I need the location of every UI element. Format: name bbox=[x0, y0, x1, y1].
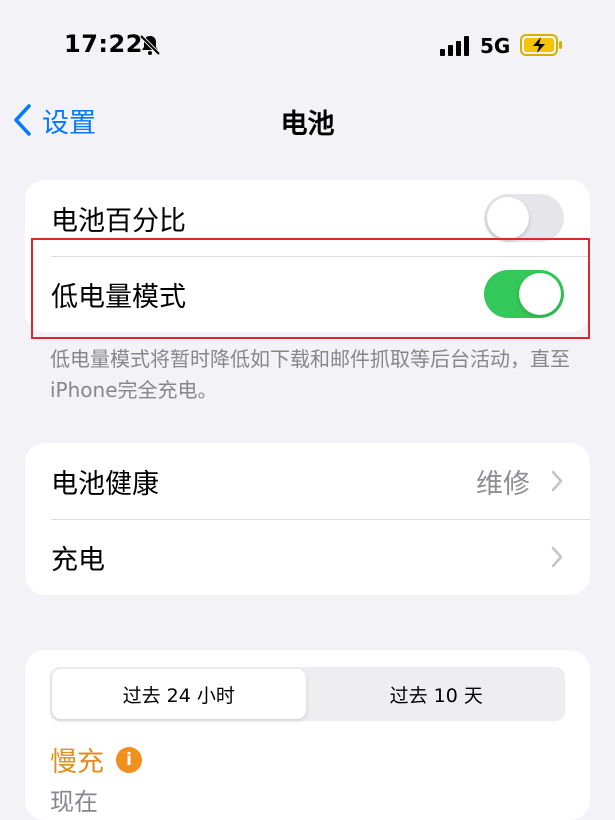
bell-slash-icon bbox=[139, 34, 161, 56]
nav-bar: 设置 电池 bbox=[0, 90, 615, 150]
row-divider bbox=[51, 256, 590, 257]
slow-charge-label: 慢充 bbox=[50, 747, 104, 778]
charging-row[interactable]: 充电 bbox=[25, 519, 590, 595]
low-power-mode-toggle[interactable] bbox=[484, 270, 564, 318]
page-title: 电池 bbox=[280, 109, 335, 140]
toggle-knob bbox=[519, 273, 561, 315]
battery-health-row[interactable]: 电池健康 维修 bbox=[25, 443, 590, 519]
status-time: 17:22 bbox=[64, 30, 143, 58]
battery-charging-icon bbox=[520, 34, 562, 56]
toggle-knob bbox=[487, 197, 529, 239]
now-label: 现在 bbox=[50, 788, 98, 816]
time-range-segmented-control: 过去 24 小时 过去 10 天 bbox=[50, 667, 565, 721]
battery-percentage-row: 电池百分比 bbox=[25, 180, 590, 256]
segment-last-10-days[interactable]: 过去 10 天 bbox=[310, 669, 564, 719]
battery-percentage-label: 电池百分比 bbox=[51, 205, 186, 237]
battery-health-value: 维修 bbox=[476, 468, 530, 500]
info-icon[interactable]: i bbox=[116, 746, 142, 773]
battery-health-label: 电池健康 bbox=[51, 468, 159, 500]
status-bar: 17:22 5G bbox=[0, 0, 615, 90]
low-power-mode-row: 低电量模式 bbox=[25, 256, 590, 332]
low-power-footnote: 低电量模式将暂时降低如下载和邮件抓取等后台活动，直至iPhone完全充电。 bbox=[50, 347, 570, 402]
battery-percentage-toggle[interactable] bbox=[484, 194, 564, 242]
chevron-right-icon bbox=[551, 546, 563, 568]
chevron-right-icon bbox=[551, 470, 563, 492]
battery-health-group: 电池健康 维修 充电 bbox=[25, 443, 590, 595]
network-label: 5G bbox=[480, 34, 511, 58]
battery-options-group: 电池百分比 低电量模式 bbox=[25, 180, 590, 332]
charging-label: 充电 bbox=[51, 544, 105, 576]
signal-icon bbox=[440, 36, 469, 56]
row-divider bbox=[51, 519, 590, 520]
low-power-mode-label: 低电量模式 bbox=[51, 281, 186, 313]
segment-last-24-hours[interactable]: 过去 24 小时 bbox=[52, 669, 306, 719]
slow-charge-heading: 慢充 i bbox=[50, 740, 142, 779]
